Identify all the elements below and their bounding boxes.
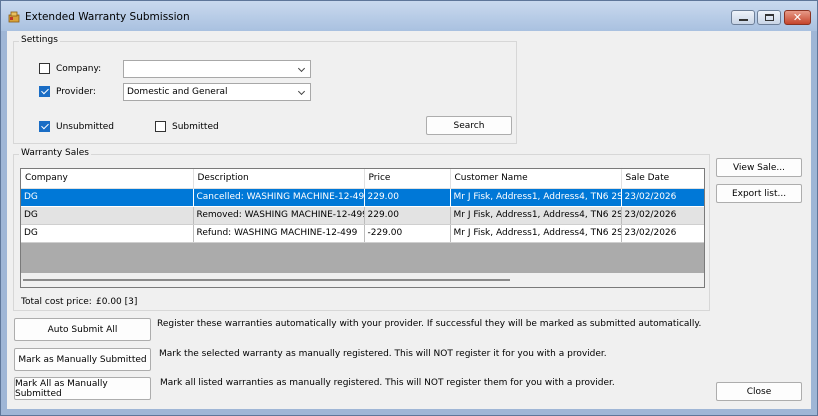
warranty-sales-grid[interactable]: Company Description Price Customer Name … bbox=[20, 168, 705, 288]
total-cost-label: Total cost price: bbox=[21, 297, 92, 307]
close-icon: ✕ bbox=[792, 11, 803, 24]
submitted-checkbox-row[interactable]: Submitted bbox=[155, 121, 219, 132]
cell-description: Removed: WASHING MACHINE-12-499 bbox=[193, 206, 365, 225]
table-row[interactable]: DG Cancelled: WASHING MACHINE-12-499 229… bbox=[21, 188, 704, 207]
view-sale-button[interactable]: View Sale... bbox=[716, 158, 802, 177]
cell-company: DG bbox=[21, 224, 194, 243]
cell-sale-date: 23/02/2026 bbox=[621, 224, 704, 243]
minimize-button[interactable] bbox=[731, 10, 755, 25]
scrollbar-thumb[interactable] bbox=[23, 279, 510, 281]
table-row[interactable]: DG Removed: WASHING MACHINE-12-499 229.0… bbox=[21, 206, 704, 225]
app-icon bbox=[8, 11, 20, 23]
company-combo[interactable] bbox=[123, 60, 311, 78]
auto-submit-description: Register these warranties automatically … bbox=[157, 319, 702, 329]
cell-description: Cancelled: WASHING MACHINE-12-499 bbox=[193, 188, 365, 207]
cell-company: DG bbox=[21, 188, 194, 207]
cell-description: Refund: WASHING MACHINE-12-499 bbox=[193, 224, 365, 243]
column-header-sale-date[interactable]: Sale Date bbox=[621, 169, 704, 189]
company-label: Company: bbox=[56, 63, 102, 74]
close-button[interactable]: Close bbox=[716, 382, 802, 401]
auto-submit-all-button[interactable]: Auto Submit All bbox=[14, 318, 151, 341]
provider-label: Provider: bbox=[56, 86, 96, 97]
cell-customer-name: Mr J Fisk, Address1, Address4, TN6 2SE bbox=[450, 206, 622, 225]
table-row[interactable]: DG Refund: WASHING MACHINE-12-499 -229.0… bbox=[21, 224, 704, 243]
settings-group: Settings Company: Provider: Domestic and… bbox=[13, 35, 517, 144]
settings-group-title: Settings bbox=[19, 35, 60, 45]
title-bar[interactable]: Extended Warranty Submission ✕ bbox=[1, 1, 817, 31]
warranty-sales-group-title: Warranty Sales bbox=[19, 148, 91, 158]
window-title: Extended Warranty Submission bbox=[25, 11, 190, 23]
cell-price: 229.00 bbox=[364, 206, 451, 225]
mark-manually-submitted-button[interactable]: Mark as Manually Submitted bbox=[14, 348, 151, 371]
company-checkbox[interactable] bbox=[39, 63, 50, 74]
cell-company: DG bbox=[21, 206, 194, 225]
chevron-down-icon bbox=[297, 64, 306, 73]
provider-combo-value: Domestic and General bbox=[127, 87, 228, 97]
export-list-button[interactable]: Export list... bbox=[716, 184, 802, 203]
cell-price: 229.00 bbox=[364, 188, 451, 207]
maximize-icon bbox=[764, 14, 774, 21]
minimize-icon bbox=[738, 19, 748, 21]
unsubmitted-checkbox-row[interactable]: Unsubmitted bbox=[39, 121, 114, 132]
cell-customer-name: Mr J Fisk, Address1, Address4, TN6 2SE bbox=[450, 188, 622, 207]
column-header-customer-name[interactable]: Customer Name bbox=[450, 169, 622, 189]
column-header-price[interactable]: Price bbox=[364, 169, 451, 189]
search-button[interactable]: Search bbox=[426, 116, 512, 135]
column-header-description[interactable]: Description bbox=[193, 169, 365, 189]
total-cost-value: £0.00 [3] bbox=[96, 297, 138, 307]
client-area: Settings Company: Provider: Domestic and… bbox=[7, 31, 811, 409]
unsubmitted-checkbox[interactable] bbox=[39, 121, 50, 132]
provider-combo[interactable]: Domestic and General bbox=[123, 83, 311, 101]
horizontal-scrollbar[interactable] bbox=[21, 273, 704, 287]
warranty-sales-table: Company Description Price Customer Name … bbox=[21, 169, 704, 243]
column-header-company[interactable]: Company bbox=[21, 169, 194, 189]
provider-checkbox[interactable] bbox=[39, 86, 50, 97]
chevron-down-icon bbox=[297, 87, 306, 96]
submitted-checkbox[interactable] bbox=[155, 121, 166, 132]
submitted-label: Submitted bbox=[172, 121, 219, 132]
company-checkbox-row[interactable]: Company: bbox=[39, 63, 101, 74]
maximize-button[interactable] bbox=[757, 10, 781, 25]
provider-checkbox-row[interactable]: Provider: bbox=[39, 86, 96, 97]
cell-sale-date: 23/02/2026 bbox=[621, 206, 704, 225]
close-window-button[interactable]: ✕ bbox=[784, 10, 811, 25]
main-window: Extended Warranty Submission ✕ Settings … bbox=[0, 0, 818, 416]
cell-price: -229.00 bbox=[364, 224, 451, 243]
mark-all-manually-submitted-button[interactable]: Mark All as Manually Submitted bbox=[14, 377, 151, 400]
cell-customer-name: Mr J Fisk, Address1, Address4, TN6 2SE bbox=[450, 224, 622, 243]
mark-all-manually-description: Mark all listed warranties as manually r… bbox=[160, 378, 615, 388]
table-header-row: Company Description Price Customer Name … bbox=[21, 169, 704, 189]
unsubmitted-label: Unsubmitted bbox=[56, 121, 114, 132]
mark-manually-description: Mark the selected warranty as manually r… bbox=[159, 349, 607, 359]
cell-sale-date: 23/02/2026 bbox=[621, 188, 704, 207]
